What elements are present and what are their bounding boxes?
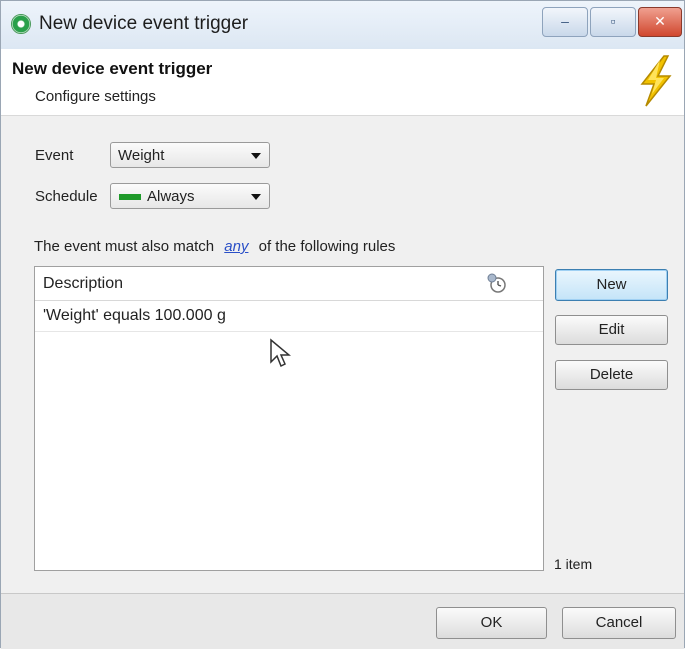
- title-bar[interactable]: New device event trigger – ▫ ✕: [1, 1, 684, 50]
- list-header: Description: [35, 267, 543, 301]
- maximize-button[interactable]: ▫: [590, 7, 636, 37]
- schedule-label: Schedule: [35, 188, 98, 205]
- schedule-dropdown-value: Always: [147, 188, 195, 205]
- new-rule-button[interactable]: New: [555, 269, 668, 301]
- minimize-button[interactable]: –: [542, 7, 588, 37]
- cancel-button[interactable]: Cancel: [562, 607, 676, 639]
- dialog-window: New device event trigger – ▫ ✕ New devic…: [0, 0, 685, 649]
- delete-rule-button[interactable]: Delete: [555, 360, 668, 390]
- header-panel: New device event trigger Configure setti…: [1, 49, 684, 116]
- lightning-bolt-icon: [640, 55, 672, 107]
- page-subtitle: Configure settings: [35, 88, 156, 105]
- mouse-pointer-icon: [270, 338, 291, 368]
- match-rule-sentence: The event must also match any of the fol…: [34, 238, 395, 255]
- match-rule-suffix: of the following rules: [258, 238, 396, 255]
- list-item[interactable]: 'Weight' equals 100.000 g: [35, 301, 543, 332]
- event-dropdown[interactable]: Weight: [110, 142, 270, 168]
- rules-list[interactable]: Description 'Weight' equals 100.000 g: [34, 266, 544, 571]
- event-label: Event: [35, 147, 74, 164]
- eye-app-icon: [11, 14, 31, 34]
- column-header-description[interactable]: Description: [43, 275, 123, 293]
- page-title: New device event trigger: [12, 59, 213, 78]
- event-dropdown-value: Weight: [118, 147, 165, 164]
- schedule-color-swatch: [119, 194, 141, 200]
- close-button[interactable]: ✕: [638, 7, 682, 37]
- rule-description: 'Weight' equals 100.000 g: [43, 307, 226, 324]
- match-mode-link[interactable]: any: [224, 238, 248, 255]
- chevron-down-icon: [251, 194, 261, 200]
- window-title: New device event trigger: [39, 13, 249, 34]
- edit-rule-button[interactable]: Edit: [555, 315, 668, 345]
- column-chooser-icon[interactable]: [485, 272, 507, 294]
- chevron-down-icon: [251, 153, 261, 159]
- ok-button[interactable]: OK: [436, 607, 547, 639]
- item-count: 1 item: [554, 556, 593, 572]
- schedule-dropdown[interactable]: Always: [110, 183, 270, 209]
- match-rule-prefix: The event must also match: [34, 238, 215, 255]
